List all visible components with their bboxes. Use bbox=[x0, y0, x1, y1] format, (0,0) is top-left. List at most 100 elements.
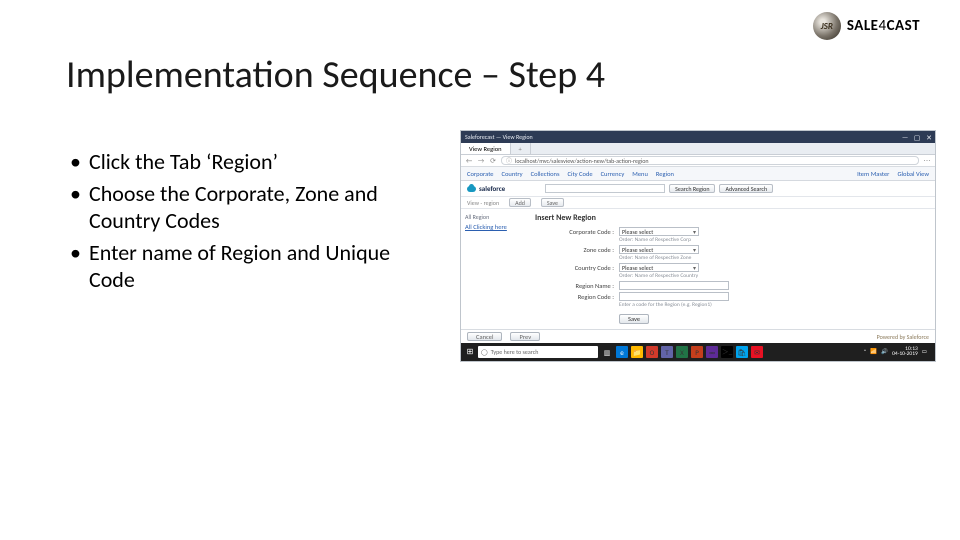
input-region-code[interactable] bbox=[619, 292, 729, 301]
add-button[interactable]: Add bbox=[509, 198, 531, 207]
nav-item-master[interactable]: Item Master bbox=[857, 170, 889, 178]
bullet-2: Choose the Corporate, Zone and Country C… bbox=[89, 180, 420, 235]
powered-by: Powered by Saleforce bbox=[877, 333, 929, 341]
top-nav: Corporate Country Collections City Code … bbox=[461, 167, 935, 181]
forward-icon[interactable]: → bbox=[477, 157, 485, 165]
hint-country: Order: Name of Respective Country bbox=[619, 273, 699, 279]
tab-new[interactable]: + bbox=[511, 143, 531, 154]
bullet-dot: • bbox=[70, 180, 81, 235]
input-region-name[interactable] bbox=[619, 281, 729, 290]
nav-corporate[interactable]: Corporate bbox=[467, 170, 494, 178]
advanced-search-button[interactable]: Advanced Search bbox=[719, 184, 773, 193]
app-name: saleforce bbox=[479, 184, 505, 193]
sidebar-link-all[interactable]: All Clicking here bbox=[465, 223, 525, 231]
nav-global-view[interactable]: Global View bbox=[897, 170, 929, 178]
volume-icon[interactable]: 🔊 bbox=[881, 349, 888, 355]
nav-menu[interactable]: Menu bbox=[632, 170, 648, 178]
save-button[interactable]: Save bbox=[619, 314, 649, 324]
close-icon[interactable]: ✕ bbox=[923, 133, 935, 142]
folder-icon[interactable]: 📁 bbox=[631, 346, 643, 358]
excel-icon[interactable]: X bbox=[676, 346, 688, 358]
label-corporate-code: Corporate Code : bbox=[535, 227, 619, 236]
label-country-code: Country Code : bbox=[535, 263, 619, 272]
save-top-button[interactable]: Save bbox=[541, 198, 564, 207]
taskbar-search[interactable]: ◯ Type here to search bbox=[478, 346, 598, 358]
logo-mark: JSR bbox=[813, 12, 841, 40]
maximize-icon[interactable]: ▢ bbox=[911, 133, 923, 142]
search-input[interactable] bbox=[545, 184, 665, 193]
taskbar: ⊞ ◯ Type here to search ▥ e 📁 O T X P ∞ … bbox=[461, 343, 935, 361]
nav-collections[interactable]: Collections bbox=[531, 170, 560, 178]
toolbar-row: View - region Add Save bbox=[461, 197, 935, 209]
form-title: Insert New Region bbox=[535, 213, 929, 223]
label-region-code: Region Code : bbox=[535, 292, 619, 301]
sidebar-header: All Region bbox=[465, 213, 525, 221]
browser-tabs: View Region + bbox=[461, 143, 935, 155]
reload-icon[interactable]: ⟳ bbox=[489, 157, 497, 165]
footer-bar: Cancel Prev Powered by Saleforce bbox=[461, 329, 935, 343]
tray-chevron-icon[interactable]: ˄ bbox=[863, 349, 866, 355]
search-icon: ◯ bbox=[481, 348, 488, 356]
powerpoint-icon[interactable]: P bbox=[691, 346, 703, 358]
window-title: Saleforecast — View Region bbox=[465, 133, 533, 141]
nav-country[interactable]: Country bbox=[502, 170, 523, 178]
sidebar: All Region All Clicking here bbox=[461, 209, 529, 329]
select-corporate-code[interactable]: Please select bbox=[619, 227, 699, 236]
edge-icon[interactable]: e bbox=[616, 346, 628, 358]
bullet-1: Click the Tab ‘Region’ bbox=[89, 148, 420, 176]
hint-corporate: Order: Name of Respective Corp bbox=[619, 237, 699, 243]
lock-icon: ⓘ bbox=[506, 156, 512, 165]
logo-word-2: 4 bbox=[878, 17, 886, 35]
address-bar[interactable]: ⓘ localhost/mvc/salesview/action-new/tab… bbox=[501, 156, 919, 165]
prev-button[interactable]: Prev bbox=[510, 332, 540, 341]
vs-icon[interactable]: ∞ bbox=[706, 346, 718, 358]
breadcrumb: View - region bbox=[467, 199, 499, 207]
label-zone-code: Zone code : bbox=[535, 245, 619, 254]
minimize-icon[interactable]: — bbox=[899, 133, 911, 142]
form-panel: Insert New Region Corporate Code : Pleas… bbox=[529, 209, 935, 329]
app-header: saleforce Search Region Advanced Search bbox=[461, 181, 935, 197]
cmd-icon[interactable]: ＞_ bbox=[721, 346, 733, 358]
logo-word-1: SALE bbox=[847, 17, 879, 35]
back-icon[interactable]: ← bbox=[465, 157, 473, 165]
hint-region-code: Enter a code for the Region (e.g. Region… bbox=[619, 302, 729, 308]
store-icon[interactable]: 🛍 bbox=[736, 346, 748, 358]
cancel-button[interactable]: Cancel bbox=[467, 332, 502, 341]
clock-date: 04-10-2019 bbox=[892, 352, 918, 358]
hint-zone: Order: Name of Respective Zone bbox=[619, 255, 699, 261]
select-zone-code[interactable]: Please select bbox=[619, 245, 699, 254]
notifications-icon[interactable]: ▭ bbox=[922, 349, 927, 355]
nav-city-code[interactable]: City Code bbox=[568, 170, 593, 178]
search-region-button[interactable]: Search Region bbox=[669, 184, 715, 193]
cloud-icon bbox=[467, 186, 476, 192]
url-text: localhost/mvc/salesview/action-new/tab-a… bbox=[515, 157, 649, 165]
taskbar-search-placeholder: Type here to search bbox=[491, 348, 539, 356]
bullet-list: •Click the Tab ‘Region’ •Choose the Corp… bbox=[70, 148, 420, 298]
opera-icon[interactable]: O bbox=[646, 346, 658, 358]
slide-title: Implementation Sequence – Step 4 bbox=[66, 52, 605, 98]
logo-text: SALE4CAST bbox=[847, 17, 920, 35]
wifi-icon[interactable]: 📶 bbox=[870, 349, 877, 355]
teams-icon[interactable]: T bbox=[661, 346, 673, 358]
logo-word-3: CAST bbox=[887, 17, 920, 35]
nav-currency[interactable]: Currency bbox=[601, 170, 625, 178]
app-logo: saleforce bbox=[467, 184, 505, 193]
nav-region[interactable]: Region bbox=[656, 170, 674, 178]
label-region-name: Region Name : bbox=[535, 281, 619, 290]
embedded-screenshot: Saleforecast — View Region — ▢ ✕ View Re… bbox=[460, 130, 936, 362]
bullet-dot: • bbox=[70, 148, 81, 176]
system-tray[interactable]: ˄ 📶 🔊 10:13 04-10-2019 ▭ bbox=[863, 347, 931, 358]
task-view-icon[interactable]: ▥ bbox=[601, 346, 613, 358]
mail-icon[interactable]: ✉ bbox=[751, 346, 763, 358]
bullet-dot: • bbox=[70, 239, 81, 294]
brand-logo: JSR SALE4CAST bbox=[813, 12, 920, 40]
clock[interactable]: 10:13 04-10-2019 bbox=[892, 347, 918, 358]
select-country-code[interactable]: Please select bbox=[619, 263, 699, 272]
bullet-3: Enter name of Region and Unique Code bbox=[89, 239, 420, 294]
address-bar-row: ← → ⟳ ⓘ localhost/mvc/salesview/action-n… bbox=[461, 155, 935, 167]
start-icon[interactable]: ⊞ bbox=[465, 347, 475, 357]
search-area: Search Region Advanced Search bbox=[545, 184, 773, 193]
window-titlebar: Saleforecast — View Region — ▢ ✕ bbox=[461, 131, 935, 143]
menu-icon[interactable]: ⋯ bbox=[923, 157, 931, 165]
tab-view-region[interactable]: View Region bbox=[461, 143, 511, 154]
